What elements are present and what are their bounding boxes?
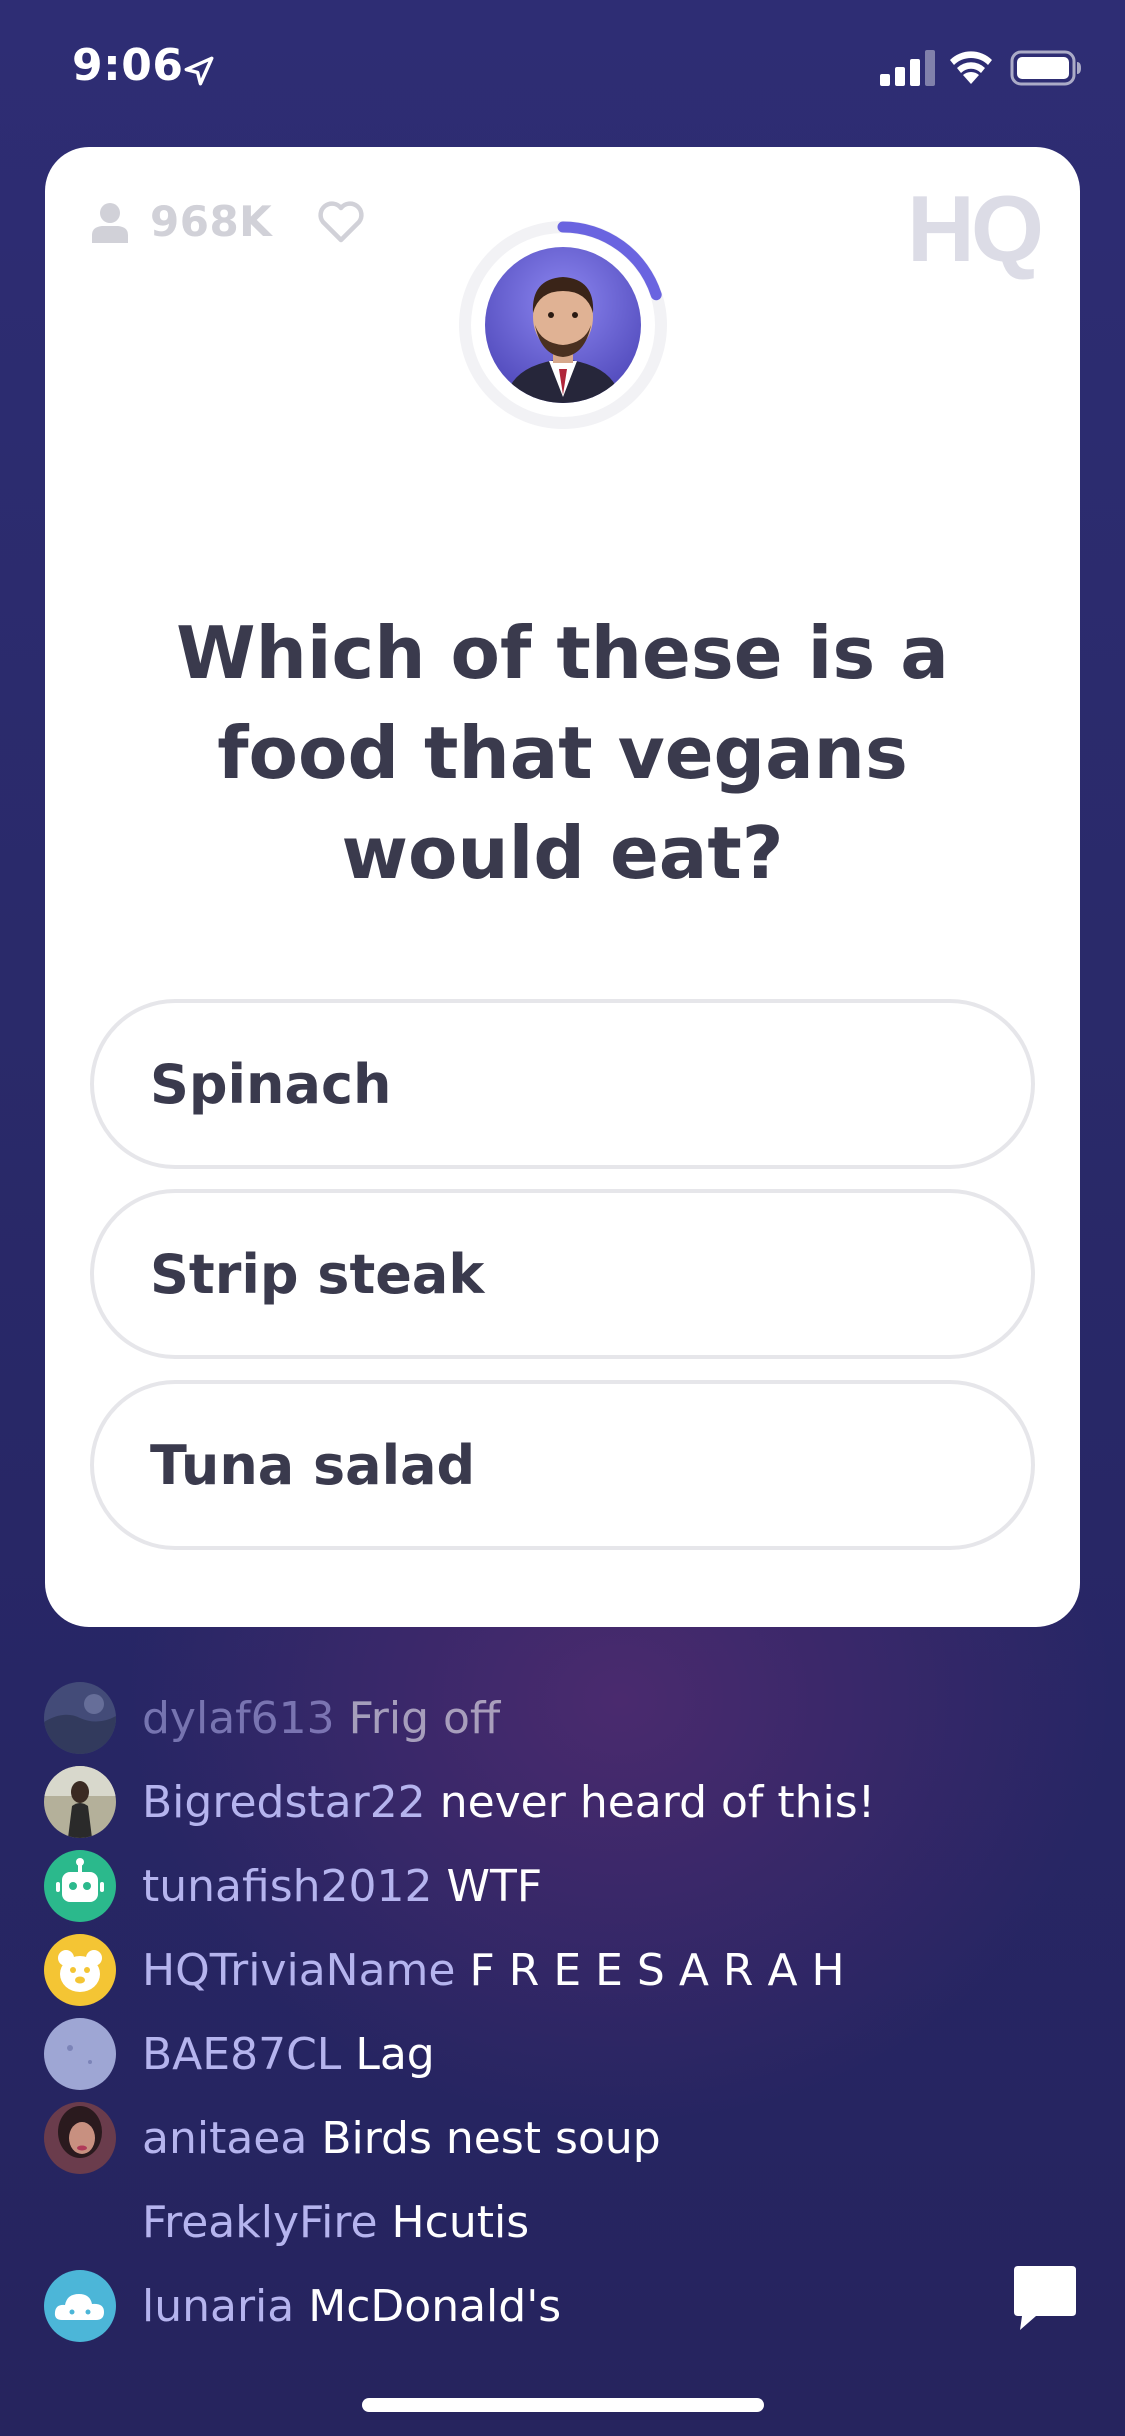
host-avatar xyxy=(485,247,641,403)
chat-message: Bigredstar22 never heard of this! xyxy=(44,1766,875,1838)
chat-text: Lag xyxy=(355,2028,435,2080)
cloud-avatar-icon xyxy=(44,2270,116,2342)
user-avatar xyxy=(44,1682,116,1754)
heart-icon[interactable] xyxy=(316,200,366,244)
robot-avatar-icon xyxy=(44,1850,116,1922)
user-avatar xyxy=(44,2186,116,2258)
bear-avatar-icon xyxy=(44,1934,116,2006)
chat-username: dylaf613 xyxy=(142,1692,335,1744)
question-card: 968K HQ Which of these is a food that ve… xyxy=(45,147,1080,1627)
chat-username: BAE87CL xyxy=(142,2028,342,2080)
chat-username: anitaea xyxy=(142,2112,308,2164)
chat-username: tunafish2012 xyxy=(142,1860,433,1912)
chat-text: Birds nest soup xyxy=(321,2112,661,2164)
cellular-signal-icon xyxy=(880,50,935,86)
chat-username: FreaklyFire xyxy=(142,2196,378,2248)
chat-text: McDonald's xyxy=(308,2280,562,2332)
person-icon xyxy=(92,202,128,243)
location-arrow-icon xyxy=(184,56,214,86)
chat-bubble-icon[interactable] xyxy=(1010,2262,1080,2332)
chat-username: Bigredstar22 xyxy=(142,1776,426,1828)
answer-option-1[interactable]: Spinach xyxy=(90,999,1035,1169)
question-text: Which of these is a food that vegans wou… xyxy=(176,611,949,895)
chat-username: lunaria xyxy=(142,2280,295,2332)
chat-message: anitaea Birds nest soup xyxy=(44,2102,661,2174)
chat-message: HQTriviaName F R E E S A R A H xyxy=(44,1934,845,2006)
chat-text: WTF xyxy=(446,1860,543,1912)
viewer-count-group: 968K xyxy=(90,197,366,246)
user-avatar xyxy=(44,2102,116,2174)
chat-message: tunafish2012 WTF xyxy=(44,1850,542,1922)
user-avatar xyxy=(44,1766,116,1838)
answer-option-2[interactable]: Strip steak xyxy=(90,1189,1035,1359)
chat-message: BAE87CL Lag xyxy=(44,2018,435,2090)
chat-text: Hcutis xyxy=(391,2196,530,2248)
status-time: 9:06 xyxy=(72,40,184,91)
viewer-count: 968K xyxy=(150,197,273,246)
wifi-icon xyxy=(950,51,992,84)
chat-username: HQTriviaName xyxy=(142,1944,456,1996)
chat-message: dylaf613 Frig off xyxy=(44,1682,500,1754)
answer-option-3[interactable]: Tuna salad xyxy=(90,1380,1035,1550)
chat-text: never heard of this! xyxy=(439,1776,876,1828)
chat-message: lunaria McDonald's xyxy=(44,2270,561,2342)
chat-message: FreaklyFire Hcutis xyxy=(44,2186,529,2258)
battery-icon xyxy=(1010,50,1081,86)
hq-logo: HQ xyxy=(907,176,1044,281)
home-indicator[interactable] xyxy=(362,2398,764,2412)
chat-text: Frig off xyxy=(348,1692,501,1744)
user-avatar xyxy=(44,2018,116,2090)
status-bar: 9:06 xyxy=(0,0,1125,140)
chat-text: F R E E S A R A H xyxy=(469,1944,845,1996)
